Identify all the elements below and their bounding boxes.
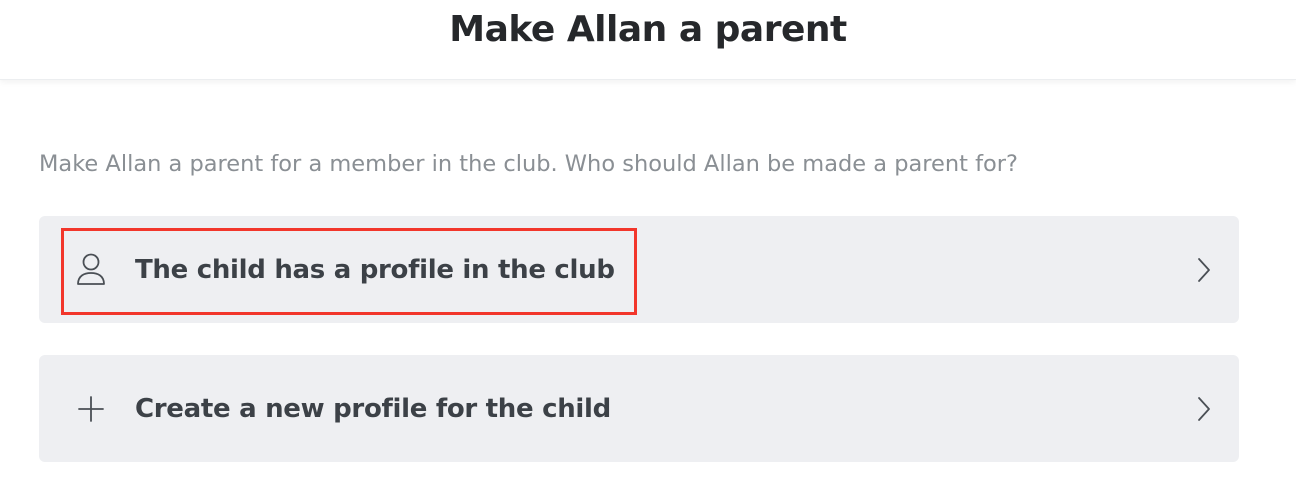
- plus-icon: [78, 396, 104, 422]
- create-child-profile-label: Create a new profile for the child: [135, 394, 611, 424]
- user-icon: [77, 253, 105, 285]
- chevron-right-icon: [1198, 397, 1210, 421]
- intro-text: Make Allan a parent for a member in the …: [39, 151, 1019, 177]
- existing-child-profile-option[interactable]: The child has a profile in the club: [39, 216, 1239, 323]
- create-child-profile-option[interactable]: Create a new profile for the child: [39, 355, 1239, 462]
- page-title: Make Allan a parent: [449, 9, 847, 50]
- page-header: Make Allan a parent: [0, 0, 1296, 80]
- existing-child-profile-label: The child has a profile in the club: [135, 255, 615, 285]
- chevron-right-icon: [1198, 258, 1210, 282]
